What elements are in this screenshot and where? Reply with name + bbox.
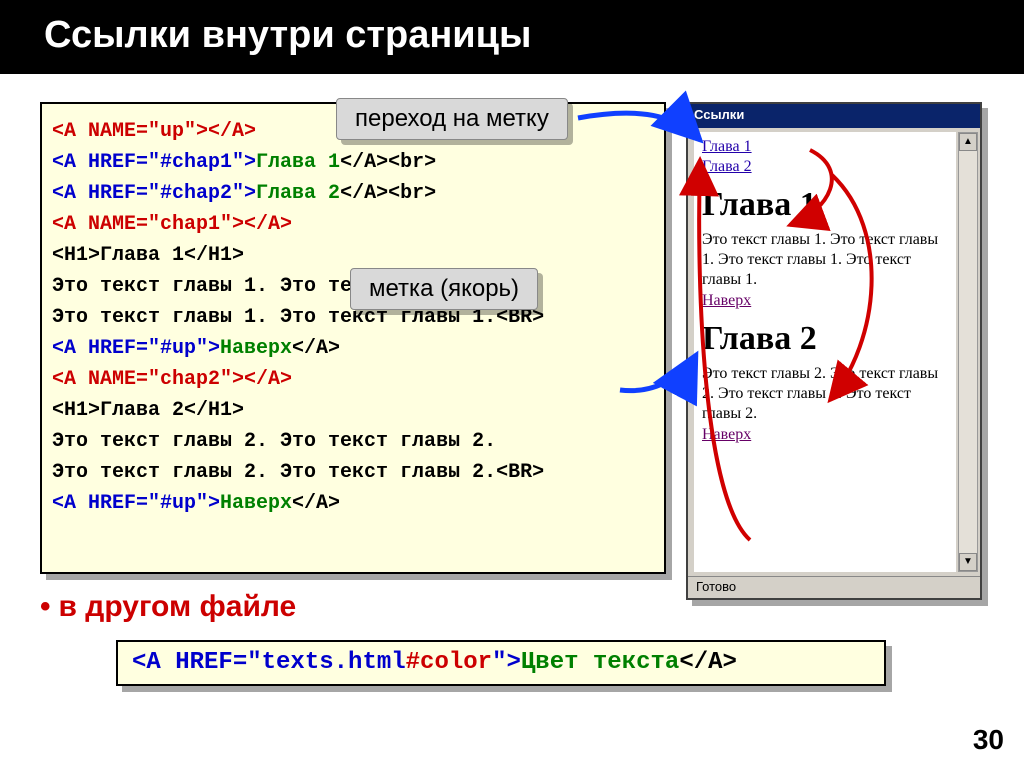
scroll-up-icon[interactable]: ▲	[959, 133, 977, 151]
code-line: Это текст главы 2. Это текст главы 2.	[52, 430, 496, 453]
code-line: <A HREF="#chap2">	[52, 182, 256, 205]
preview-text-2: Это текст главы 2. Это текст главы 2. Эт…	[702, 364, 948, 424]
code-line: <H1>	[52, 399, 100, 422]
preview-text-1: Это текст главы 1. Это текст главы 1. Эт…	[702, 230, 948, 290]
preview-link-up-2[interactable]: Наверх	[702, 426, 948, 444]
code-line: Это текст главы 2. Это текст главы 2.	[52, 461, 496, 484]
browser-status-text: Готово	[696, 579, 736, 594]
code-seg: </A>	[679, 649, 737, 676]
code-panel-main: <A NAME="up"></A> <A HREF="#chap1">Глава…	[40, 102, 666, 574]
code-line: <A NAME="up"></A>	[52, 120, 256, 143]
bullet-other-file: •в другом файле	[40, 590, 296, 624]
preview-heading-1: Глава 1	[702, 186, 948, 224]
preview-link-chapter2[interactable]: Глава 2	[702, 158, 948, 176]
callout-jump-to-anchor: переход на метку	[336, 98, 568, 140]
scroll-down-icon[interactable]: ▼	[959, 553, 977, 571]
code-line: Глава 1	[100, 244, 184, 267]
preview-link-chapter1[interactable]: Глава 1	[702, 138, 948, 156]
slide-title: Ссылки внутри страницы	[44, 14, 531, 56]
browser-scrollbar[interactable]: ▲ ▼	[958, 132, 978, 572]
callout-anchor: метка (якорь)	[350, 268, 538, 310]
code-line: Глава 2	[100, 399, 184, 422]
browser-preview: Ссылки Глава 1 Глава 2 Глава 1 Это текст…	[686, 102, 982, 600]
code-seg: #color	[406, 649, 492, 676]
preview-heading-2: Глава 2	[702, 320, 948, 358]
code-line: Глава 1	[256, 151, 340, 174]
code-line: Наверх	[220, 492, 292, 515]
code-line: <A NAME="chap1"></A>	[52, 213, 292, 236]
code-line: <A HREF="#up">	[52, 337, 220, 360]
code-line: </A><br>	[340, 151, 436, 174]
code-line: </H1>	[184, 399, 244, 422]
code-line: </A>	[292, 492, 340, 515]
bullet-dot-icon: •	[40, 590, 59, 623]
code-line: Глава 2	[256, 182, 340, 205]
code-seg: Цвет текста	[521, 649, 679, 676]
slide: Ссылки внутри страницы <A NAME="up"></A>…	[0, 0, 1024, 768]
page-number: 30	[973, 724, 1004, 756]
slide-title-bar: Ссылки внутри страницы	[0, 0, 1024, 74]
preview-link-up-1[interactable]: Наверх	[702, 292, 948, 310]
code-seg: ">	[492, 649, 521, 676]
callout-label: метка (якорь)	[369, 275, 519, 302]
browser-status-bar: Готово	[688, 576, 980, 598]
code-line: <A HREF="#up">	[52, 492, 220, 515]
code-line: <BR>	[496, 461, 544, 484]
code-line: </A><br>	[340, 182, 436, 205]
browser-title: Ссылки	[694, 107, 744, 122]
code-line: </A>	[292, 337, 340, 360]
code-panel-external: <A HREF="texts.html#color">Цвет текста</…	[116, 640, 886, 686]
callout-label: переход на метку	[355, 105, 549, 132]
code-line: <H1>	[52, 244, 100, 267]
code-line: </H1>	[184, 244, 244, 267]
bullet-text: в другом файле	[59, 590, 297, 623]
browser-titlebar: Ссылки	[688, 104, 980, 128]
code-line: <A HREF="#chap1">	[52, 151, 256, 174]
browser-viewport: Глава 1 Глава 2 Глава 1 Это текст главы …	[694, 132, 956, 572]
code-seg: <A HREF="texts.html	[132, 649, 406, 676]
code-line: Наверх	[220, 337, 292, 360]
code-line: <A NAME="chap2"></A>	[52, 368, 292, 391]
